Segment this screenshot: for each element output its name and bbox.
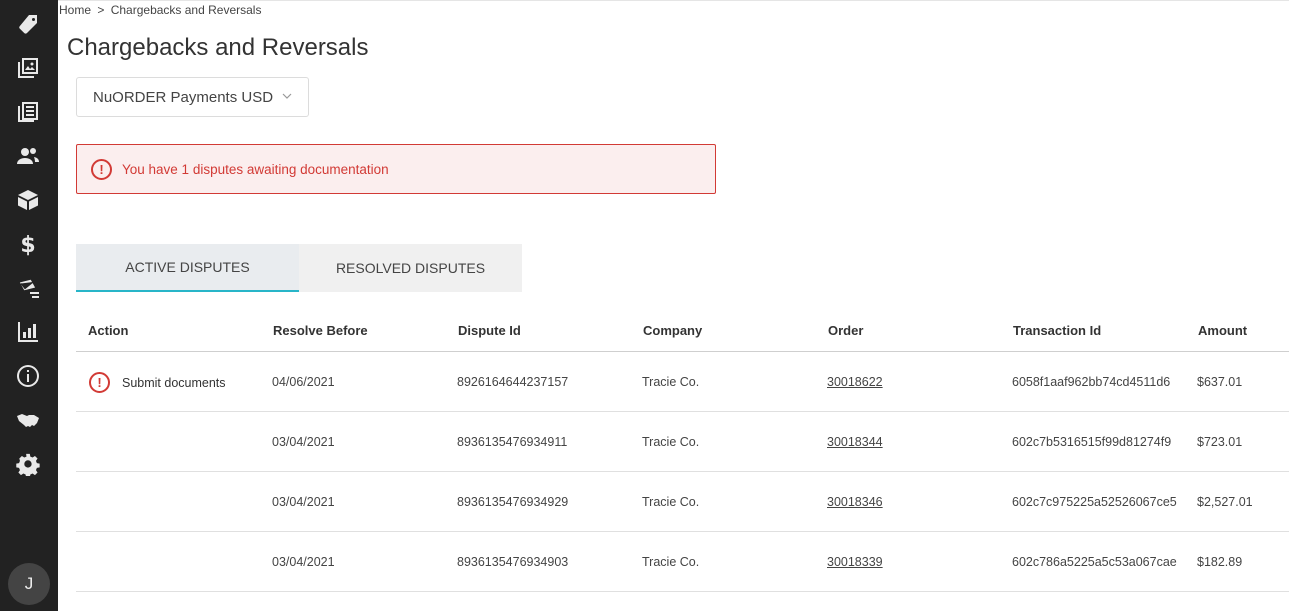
header-company[interactable]: Company: [643, 323, 702, 338]
svg-text:$: $: [20, 233, 35, 256]
transaction-id-cell: 602c7b5316515f99d81274f9: [1012, 435, 1172, 449]
alert-icon: !: [91, 158, 112, 180]
header-resolve-before[interactable]: Resolve Before: [273, 323, 368, 338]
transaction-id-cell: 6058f1aaf962bb74cd4511d6: [1012, 375, 1171, 389]
amount-cell: $182.89: [1197, 555, 1243, 569]
resolve-before-cell: 03/04/2021: [272, 495, 335, 509]
header-action[interactable]: Action: [88, 323, 128, 338]
order-cell: 30018346: [827, 495, 883, 509]
box-icon[interactable]: [14, 186, 42, 214]
handshake-icon[interactable]: [14, 406, 42, 434]
dollar-icon[interactable]: $: [14, 230, 42, 258]
amount-cell: $723.01: [1197, 435, 1243, 449]
sidebar: $ J: [0, 0, 58, 611]
gear-icon[interactable]: [14, 450, 42, 478]
table-row: ! Submit documents 04/06/2021 8926164644…: [76, 352, 1289, 412]
tab-resolved-disputes[interactable]: RESOLVED DISPUTES: [299, 244, 522, 292]
amount-cell: $2,527.01: [1197, 495, 1253, 509]
dispute-id-cell: 8936135476934929: [457, 495, 569, 509]
breadcrumb-separator: >: [97, 3, 105, 17]
alert-icon: !: [89, 372, 110, 393]
dispute-id-cell: 8936135476934903: [457, 555, 569, 569]
orders-list-icon[interactable]: [14, 98, 42, 126]
avatar[interactable]: J: [8, 563, 50, 605]
order-link[interactable]: 30018346: [827, 495, 883, 509]
resolve-before-cell: 03/04/2021: [272, 555, 335, 569]
company-cell: Tracie Co.: [642, 375, 700, 389]
company-cell: Tracie Co.: [642, 495, 700, 509]
table-row: 03/04/2021 8936135476934911 Tracie Co. 3…: [76, 412, 1289, 472]
alert-text: You have 1 disputes awaiting documentati…: [122, 161, 389, 177]
dispute-tabs: ACTIVE DISPUTES RESOLVED DISPUTES: [76, 244, 522, 292]
breadcrumb: Home > Chargebacks and Reversals: [59, 3, 261, 17]
header-transaction-id[interactable]: Transaction Id: [1013, 323, 1101, 338]
tag-icon[interactable]: [14, 11, 42, 39]
resolve-before-cell: 04/06/2021: [272, 375, 335, 389]
table-header: Action Resolve Before Dispute Id Company…: [76, 312, 1289, 352]
dispute-alert: ! You have 1 disputes awaiting documenta…: [76, 144, 716, 194]
dispute-id-cell: 8936135476934911: [457, 435, 568, 449]
info-icon[interactable]: [14, 362, 42, 390]
image-catalog-icon[interactable]: [14, 54, 42, 82]
disputes-table: Action Resolve Before Dispute Id Company…: [76, 312, 1289, 592]
tab-active-disputes[interactable]: ACTIVE DISPUTES: [76, 244, 299, 292]
transaction-id-cell: 602c786a5225a5c53a067cae: [1012, 555, 1177, 569]
messages-icon[interactable]: [14, 274, 42, 302]
order-cell: 30018344: [827, 435, 883, 449]
page-title: Chargebacks and Reversals: [67, 34, 369, 61]
submit-documents-action[interactable]: ! Submit documents: [89, 372, 226, 393]
header-amount[interactable]: Amount: [1198, 323, 1247, 338]
header-order[interactable]: Order: [828, 323, 863, 338]
company-cell: Tracie Co.: [642, 435, 700, 449]
account-select-value: NuORDER Payments USD: [93, 88, 274, 106]
header-dispute-id[interactable]: Dispute Id: [458, 323, 521, 338]
breadcrumb-current: Chargebacks and Reversals: [110, 3, 262, 17]
order-cell: 30018622: [827, 375, 883, 389]
customers-icon[interactable]: [14, 142, 42, 170]
dispute-id-cell: 8926164644237157: [457, 375, 569, 389]
header-divider: [58, 0, 1289, 1]
breadcrumb-home[interactable]: Home: [59, 3, 91, 17]
order-cell: 30018339: [827, 555, 883, 569]
order-link[interactable]: 30018344: [827, 435, 883, 449]
amount-cell: $637.01: [1197, 375, 1243, 389]
order-link[interactable]: 30018622: [827, 375, 883, 389]
order-link[interactable]: 30018339: [827, 555, 883, 569]
account-select[interactable]: NuORDER Payments USD: [76, 77, 309, 117]
action-label: Submit documents: [122, 375, 226, 390]
bar-chart-icon[interactable]: [14, 318, 42, 346]
table-row: 03/04/2021 8936135476934929 Tracie Co. 3…: [76, 472, 1289, 532]
transaction-id-cell: 602c7c975225a52526067ce5: [1012, 495, 1177, 509]
company-cell: Tracie Co.: [642, 555, 700, 569]
table-row: 03/04/2021 8936135476934903 Tracie Co. 3…: [76, 532, 1289, 592]
chevron-down-icon: [282, 93, 292, 99]
resolve-before-cell: 03/04/2021: [272, 435, 335, 449]
